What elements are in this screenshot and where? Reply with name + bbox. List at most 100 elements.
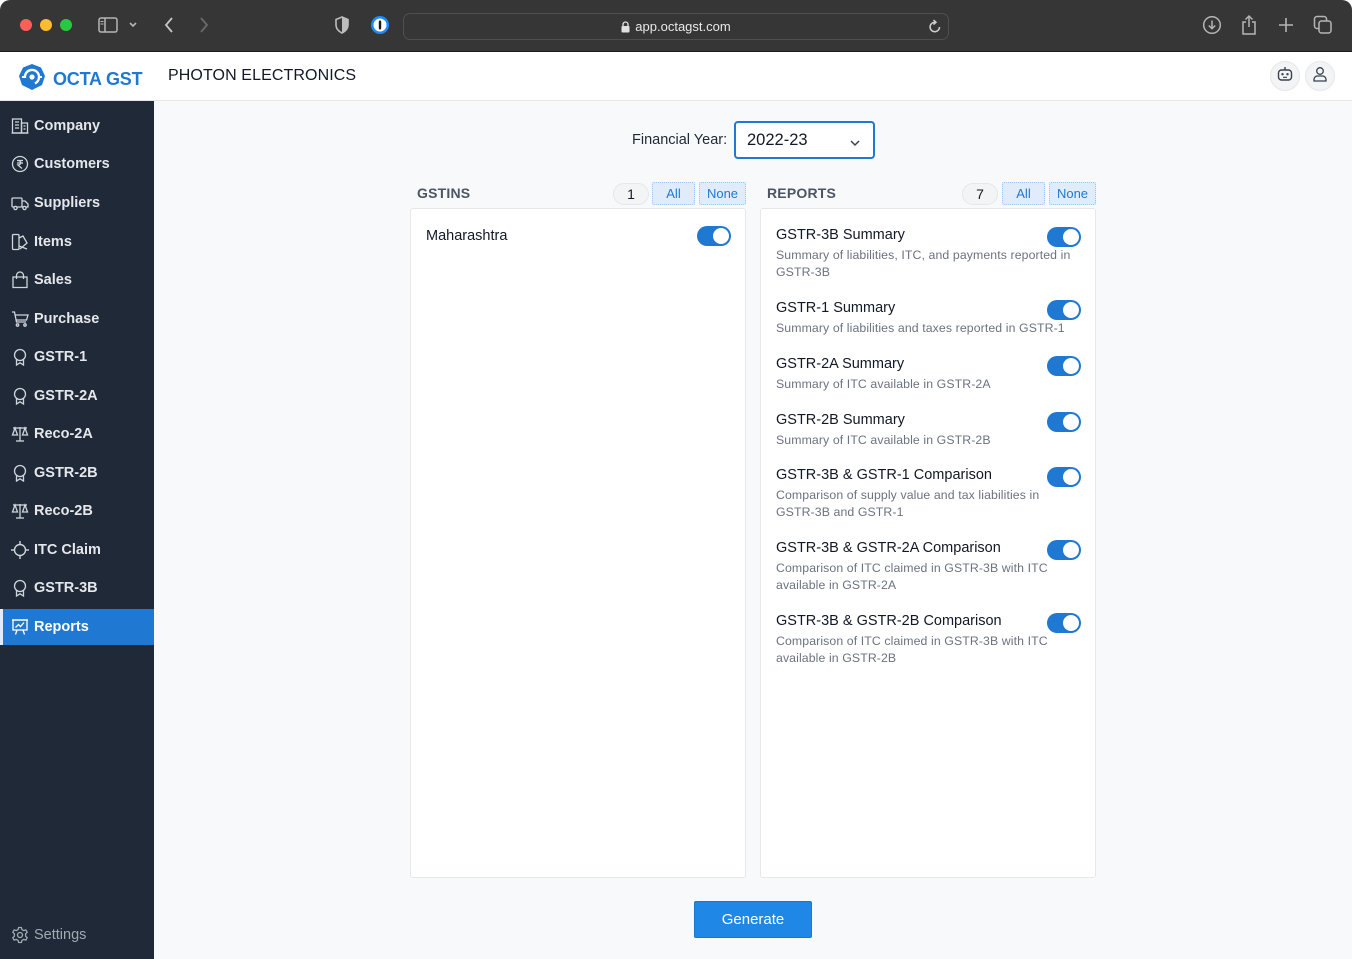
- report-item: GSTR-3B Summary Summary of liabilities, …: [776, 226, 1081, 281]
- main-content: Financial Year: 2022-23 GSTINS 1 All Non…: [154, 101, 1352, 959]
- report-description: Summary of ITC available in GSTR-2B: [776, 432, 1076, 449]
- report-item: GSTR-2A Summary Summary of ITC available…: [776, 355, 1081, 393]
- url-text: app.octagst.com: [635, 19, 730, 34]
- award-icon: [10, 463, 30, 483]
- sidebar-item-purchase[interactable]: Purchase: [0, 301, 154, 337]
- items-icon: [10, 232, 30, 252]
- financial-year-label: Financial Year:: [632, 132, 727, 148]
- sidebar: Company Customers Suppliers Items Sales …: [0, 101, 154, 959]
- report-description: Comparison of ITC claimed in GSTR-3B wit…: [776, 633, 1076, 667]
- reports-section-title: REPORTS: [767, 185, 836, 201]
- sidebar-item-label: Items: [34, 234, 72, 250]
- assistant-button[interactable]: [1270, 61, 1300, 91]
- sidebar-item-gstr-3b[interactable]: GSTR-3B: [0, 570, 154, 606]
- sidebar-item-items[interactable]: Items: [0, 224, 154, 260]
- sidebar-item-label: Reports: [34, 619, 89, 635]
- sidebar-item-customers[interactable]: Customers: [0, 146, 154, 182]
- minimize-window-button[interactable]: [40, 19, 52, 31]
- shield-icon[interactable]: [331, 14, 353, 36]
- sidebar-item-sales[interactable]: Sales: [0, 262, 154, 298]
- reports-panel: GSTR-3B Summary Summary of liabilities, …: [760, 208, 1096, 878]
- user-profile-button[interactable]: [1305, 61, 1335, 91]
- sidebar-item-label: Settings: [34, 927, 86, 943]
- award-icon: [10, 347, 30, 367]
- browser-toolbar: app.octagst.com: [0, 0, 1352, 52]
- report-toggle[interactable]: [1047, 412, 1081, 432]
- report-title: GSTR-2A Summary: [776, 355, 1041, 373]
- report-toggle[interactable]: [1047, 227, 1081, 247]
- gstin-item: Maharashtra: [426, 226, 731, 248]
- download-icon[interactable]: [1201, 14, 1223, 36]
- lock-icon: [621, 21, 630, 33]
- report-description: Summary of liabilities, ITC, and payment…: [776, 247, 1076, 281]
- sidebar-item-label: Sales: [34, 272, 72, 288]
- scale-icon: [10, 424, 30, 444]
- close-window-button[interactable]: [20, 19, 32, 31]
- gstins-select-all-button[interactable]: All: [652, 182, 695, 205]
- report-description: Comparison of supply value and tax liabi…: [776, 487, 1076, 521]
- report-toggle[interactable]: [1047, 540, 1081, 560]
- new-tab-icon[interactable]: [1275, 14, 1297, 36]
- report-toggle[interactable]: [1047, 300, 1081, 320]
- building-icon: [10, 116, 30, 136]
- report-title: GSTR-1 Summary: [776, 299, 1041, 317]
- cart-icon: [10, 309, 30, 329]
- report-toggle[interactable]: [1047, 467, 1081, 487]
- report-item: GSTR-3B & GSTR-2A Comparison Comparison …: [776, 539, 1081, 594]
- report-item: GSTR-3B & GSTR-1 Comparison Comparison o…: [776, 466, 1081, 521]
- reports-select-none-button[interactable]: None: [1049, 182, 1096, 205]
- app-header: OCTA GST PHOTON ELECTRONICS: [0, 52, 1352, 101]
- sidebar-item-company[interactable]: Company: [0, 108, 154, 144]
- sidebar-item-gstr-2b[interactable]: GSTR-2B: [0, 455, 154, 491]
- gstins-section-title: GSTINS: [417, 185, 470, 201]
- chevron-down-icon[interactable]: [125, 14, 141, 36]
- report-toggle[interactable]: [1047, 356, 1081, 376]
- sidebar-toggle-icon[interactable]: [97, 14, 119, 36]
- user-icon: [1311, 65, 1329, 88]
- report-title: GSTR-3B & GSTR-2A Comparison: [776, 539, 1041, 557]
- forward-icon[interactable]: [193, 14, 215, 36]
- generate-button[interactable]: Generate: [694, 901, 812, 938]
- report-item: GSTR-1 Summary Summary of liabilities an…: [776, 299, 1081, 337]
- report-description: Comparison of ITC claimed in GSTR-3B wit…: [776, 560, 1076, 594]
- tabs-overview-icon[interactable]: [1312, 14, 1334, 36]
- url-bar[interactable]: app.octagst.com: [403, 13, 949, 40]
- reports-select-all-button[interactable]: All: [1002, 182, 1045, 205]
- company-name: PHOTON ELECTRONICS: [168, 67, 356, 85]
- sidebar-item-reco-2b[interactable]: Reco-2B: [0, 493, 154, 529]
- sidebar-item-gstr-1[interactable]: GSTR-1: [0, 339, 154, 375]
- back-icon[interactable]: [158, 14, 180, 36]
- sidebar-item-reco-2a[interactable]: Reco-2A: [0, 416, 154, 452]
- financial-year-value: 2022-23: [747, 131, 808, 150]
- chevron-down-icon: [849, 134, 861, 153]
- brand-logo[interactable]: OCTA GST: [18, 63, 142, 96]
- crosshair-icon: [10, 540, 30, 560]
- browser-window: app.octagst.com: [0, 0, 1352, 959]
- sidebar-item-label: Reco-2A: [34, 426, 93, 442]
- report-toggle[interactable]: [1047, 613, 1081, 633]
- password-manager-icon[interactable]: [369, 14, 391, 36]
- sidebar-item-gstr-2a[interactable]: GSTR-2A: [0, 378, 154, 414]
- gstins-count-badge: 1: [613, 183, 649, 205]
- sidebar-item-settings[interactable]: Settings: [0, 917, 154, 953]
- gstins-select-none-button[interactable]: None: [699, 182, 746, 205]
- sidebar-item-suppliers[interactable]: Suppliers: [0, 185, 154, 221]
- financial-year-select[interactable]: 2022-23: [734, 121, 875, 159]
- share-icon[interactable]: [1238, 14, 1260, 36]
- sidebar-item-label: Reco-2B: [34, 503, 93, 519]
- gstin-toggle[interactable]: [697, 226, 731, 246]
- sidebar-item-label: GSTR-3B: [34, 580, 98, 596]
- sidebar-item-reports[interactable]: Reports: [0, 609, 154, 645]
- maximize-window-button[interactable]: [60, 19, 72, 31]
- sidebar-item-label: GSTR-1: [34, 349, 87, 365]
- robot-icon: [1276, 65, 1294, 88]
- presentation-chart-icon: [10, 617, 30, 637]
- report-description: Summary of liabilities and taxes reporte…: [776, 320, 1076, 337]
- award-icon: [10, 386, 30, 406]
- sidebar-item-itc-claim[interactable]: ITC Claim: [0, 532, 154, 568]
- brand-name: OCTA GST: [53, 69, 142, 90]
- truck-icon: [10, 193, 30, 213]
- sidebar-item-label: GSTR-2A: [34, 388, 98, 404]
- gstins-panel: Maharashtra: [410, 208, 746, 878]
- reload-icon[interactable]: [928, 18, 942, 37]
